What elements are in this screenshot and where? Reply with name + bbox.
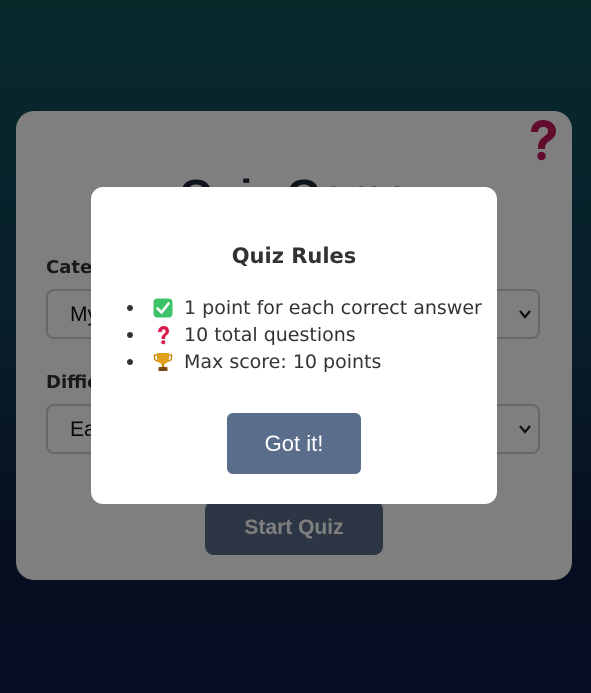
list-item: Max score: 10 points — [127, 348, 482, 375]
check-mark-icon — [153, 298, 173, 317]
bullet — [127, 331, 133, 338]
rule-text: Max score: 10 points — [184, 350, 382, 373]
rule-text: 10 total questions — [184, 323, 356, 346]
list-item: 10 total questions — [127, 321, 482, 348]
question-mark-icon — [158, 325, 169, 344]
bullet — [127, 358, 133, 365]
rule-text: 1 point for each correct answer — [184, 296, 482, 319]
bullet — [127, 304, 133, 311]
got-it-button[interactable]: Got it! — [227, 413, 361, 474]
modal-title: Quiz Rules — [231, 244, 357, 268]
rules-modal: Quiz Rules 1 point for each correct answ… — [91, 187, 497, 504]
list-item: 1 point for each correct answer — [127, 294, 482, 321]
rules-list: 1 point for each correct answer 10 total… — [127, 294, 482, 375]
trophy-icon — [153, 352, 173, 371]
